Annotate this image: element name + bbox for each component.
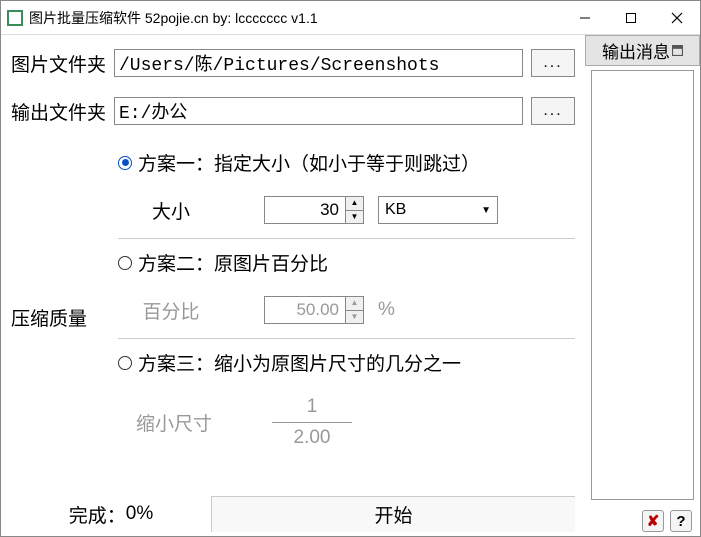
output-log[interactable] (591, 70, 694, 500)
window-title: 图片批量压缩软件 52pojie.cn by: lccccccc v1.1 (29, 8, 562, 28)
radio-icon (118, 256, 132, 270)
radio-icon (118, 156, 132, 170)
help-button[interactable]: ? (670, 510, 692, 532)
clear-button[interactable]: ✘ (642, 510, 664, 532)
minimize-button[interactable] (562, 1, 608, 35)
scheme-1: 方案一：指定大小（如小于等于则跳过） 大小 30 ▲ ▼ (118, 139, 575, 238)
scheme-3-radio[interactable]: 方案三：缩小为原图片尺寸的几分之一 (118, 349, 575, 376)
size-spinner[interactable]: 30 ▲ ▼ (264, 196, 364, 224)
progress-label: 完成： 0% (11, 496, 211, 532)
unit-combo[interactable]: KB ▼ (378, 196, 498, 224)
scheme-3: 方案三：缩小为原图片尺寸的几分之一 缩小尺寸 1 2.00 (118, 338, 575, 463)
titlebar: 图片批量压缩软件 52pojie.cn by: lccccccc v1.1 (1, 1, 700, 35)
dock-icon (672, 45, 683, 56)
quality-label: 压缩质量 (11, 139, 106, 496)
app-icon (7, 10, 23, 26)
maximize-button[interactable] (608, 1, 654, 35)
radio-icon (118, 356, 132, 370)
progress-value: 0% (126, 503, 153, 525)
scheme-2-label: 方案二：原图片百分比 (138, 249, 328, 276)
spin-down-icon: ▼ (346, 311, 363, 324)
scheme-2: 方案二：原图片百分比 百分比 50.00 ▲ ▼ (118, 238, 575, 338)
fraction: 1 2.00 (272, 396, 352, 449)
fraction-bar (272, 422, 352, 423)
scheme-1-radio[interactable]: 方案一：指定大小（如小于等于则跳过） (118, 149, 575, 176)
app-window: 图片批量压缩软件 52pojie.cn by: lccccccc v1.1 图片… (0, 0, 701, 537)
scheme-2-radio[interactable]: 方案二：原图片百分比 (118, 249, 575, 276)
output-folder-label: 输出文件夹 (11, 98, 106, 125)
percent-unit: % (378, 299, 395, 321)
scheme-1-label: 方案一：指定大小（如小于等于则跳过） (138, 149, 480, 176)
scheme-3-label: 方案三：缩小为原图片尺寸的几分之一 (138, 349, 461, 376)
output-folder-row: 输出文件夹 ... (11, 97, 575, 125)
percent-spinner: 50.00 ▲ ▼ (264, 296, 364, 324)
output-tab[interactable]: 输出消息 (585, 35, 700, 66)
chevron-down-icon: ▼ (481, 205, 491, 216)
input-folder-row: 图片文件夹 ... (11, 49, 575, 77)
output-tab-label: 输出消息 (602, 38, 670, 63)
spin-down-icon[interactable]: ▼ (346, 211, 363, 224)
percent-value: 50.00 (265, 297, 345, 323)
input-folder-label: 图片文件夹 (11, 50, 106, 77)
size-label: 大小 (136, 197, 206, 224)
start-button[interactable]: 开始 (211, 496, 575, 532)
spin-buttons: ▲ ▼ (345, 197, 363, 223)
spin-up-icon: ▲ (346, 297, 363, 311)
percent-label: 百分比 (136, 297, 206, 324)
size-value: 30 (265, 197, 345, 223)
shrink-label: 缩小尺寸 (136, 409, 212, 436)
spin-buttons: ▲ ▼ (345, 297, 363, 323)
unit-value: KB (385, 201, 406, 219)
input-folder-browse-button[interactable]: ... (531, 49, 575, 77)
input-folder-field[interactable] (114, 49, 523, 77)
output-folder-browse-button[interactable]: ... (531, 97, 575, 125)
output-folder-field[interactable] (114, 97, 523, 125)
close-button[interactable] (654, 1, 700, 35)
numerator: 1 (307, 396, 318, 418)
denominator: 2.00 (294, 427, 331, 449)
spin-up-icon[interactable]: ▲ (346, 197, 363, 211)
